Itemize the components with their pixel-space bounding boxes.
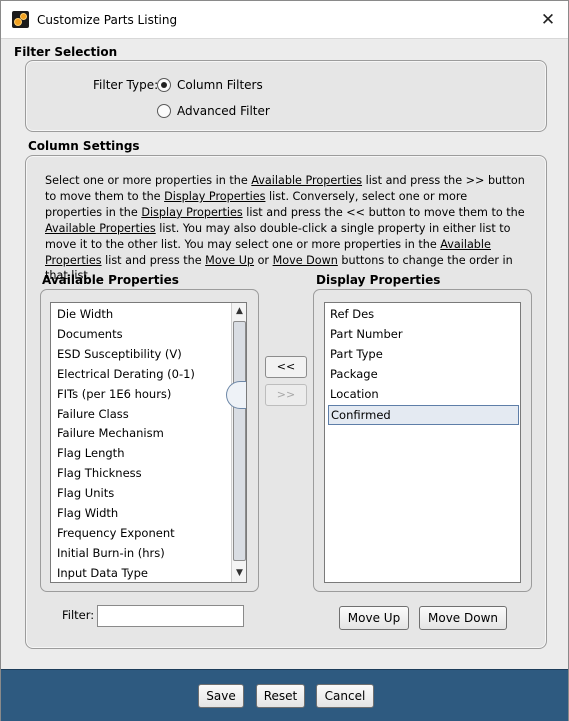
filter-selection-heading: Filter Selection [14, 45, 118, 59]
dialog-footer: Save Reset Cancel [1, 669, 568, 721]
instruction-reference: Display Properties [141, 205, 243, 219]
scroll-handle-knob[interactable] [226, 381, 246, 409]
column-filters-radio[interactable] [157, 78, 171, 92]
move-up-button[interactable]: Move Up [339, 606, 409, 630]
close-button[interactable]: ✕ [537, 10, 559, 30]
scroll-thumb[interactable] [233, 321, 246, 561]
display-property-item[interactable]: Package [328, 365, 519, 385]
available-property-item[interactable]: Input Data Type [55, 564, 227, 582]
column-filters-option[interactable]: Column Filters [157, 78, 263, 92]
instruction-reference: Available Properties [45, 221, 156, 235]
instruction-text: or [254, 253, 273, 267]
filter-input[interactable] [97, 605, 244, 627]
advanced-filter-option[interactable]: Advanced Filter [157, 104, 270, 118]
column-filters-label: Column Filters [177, 78, 263, 92]
advanced-filter-radio[interactable] [157, 104, 171, 118]
display-property-item[interactable]: Confirmed [328, 405, 519, 425]
available-property-item[interactable]: Die Width [55, 305, 227, 325]
save-button[interactable]: Save [198, 684, 244, 708]
display-property-item[interactable]: Part Number [328, 325, 519, 345]
filter-label: Filter: [62, 608, 95, 622]
available-properties-list[interactable]: Die Width Documents ESD Susceptibility (V)… [50, 302, 247, 583]
available-property-item[interactable]: Initial Burn-in (hrs) [55, 544, 227, 564]
reset-button[interactable]: Reset [256, 684, 305, 708]
instruction-reference: Move Down [272, 253, 338, 267]
instruction-text: list and press the << button to move the… [242, 205, 525, 219]
instruction-text: Select one or more properties in the [45, 174, 252, 187]
available-list-scrollbar[interactable]: ▲ ▼ [231, 303, 246, 582]
window-title: Customize Parts Listing [37, 13, 178, 27]
cancel-button[interactable]: Cancel [316, 684, 374, 708]
display-properties-list[interactable]: Ref Des Part Number Part Type Package Locati… [324, 302, 521, 583]
advanced-filter-label: Advanced Filter [177, 104, 270, 118]
instruction-reference: Move Up [205, 253, 255, 267]
available-property-item[interactable]: Documents [55, 325, 227, 345]
instruction-text: list and press the [101, 253, 206, 267]
move-to-display-button[interactable]: >> [265, 384, 307, 406]
column-settings-instructions: Select one or more properties in the Ava… [45, 173, 525, 284]
scroll-down-arrow-icon[interactable]: ▼ [234, 567, 245, 579]
display-property-item[interactable]: Part Type [328, 345, 519, 365]
available-property-item[interactable]: Flag Thickness [55, 464, 227, 484]
column-settings-heading: Column Settings [28, 139, 140, 153]
available-property-item[interactable]: Electrical Derating (0-1) [55, 365, 227, 385]
available-properties-heading: Available Properties [42, 273, 179, 287]
available-property-item[interactable]: Flag Units [55, 484, 227, 504]
scroll-up-arrow-icon[interactable]: ▲ [234, 305, 245, 317]
title-bar: Customize Parts Listing ✕ [1, 1, 568, 39]
available-property-item[interactable]: Failure Mechanism [55, 424, 227, 444]
filter-type-label: Filter Type: [93, 78, 159, 92]
customize-parts-dialog: Customize Parts Listing ✕ Filter Selecti… [0, 0, 569, 721]
available-property-item[interactable]: Frequency Exponent [55, 524, 227, 544]
move-to-available-button[interactable]: << [265, 356, 307, 378]
display-property-item[interactable]: Ref Des [328, 305, 519, 325]
available-property-item[interactable]: Failure Class [55, 405, 227, 425]
available-property-item[interactable]: Flag Length [55, 444, 227, 464]
instruction-reference: Available Properties [251, 174, 363, 187]
display-properties-heading: Display Properties [316, 273, 441, 287]
display-property-item[interactable]: Location [328, 385, 519, 405]
instruction-reference: Display Properties [164, 189, 266, 203]
available-property-item[interactable]: Flag Width [55, 504, 227, 524]
app-gears-icon [12, 11, 29, 28]
available-property-item[interactable]: ESD Susceptibility (V) [55, 345, 227, 365]
filter-selection-group [25, 60, 547, 132]
move-down-button[interactable]: Move Down [419, 606, 507, 630]
available-property-item[interactable]: FITs (per 1E6 hours) [55, 385, 227, 405]
